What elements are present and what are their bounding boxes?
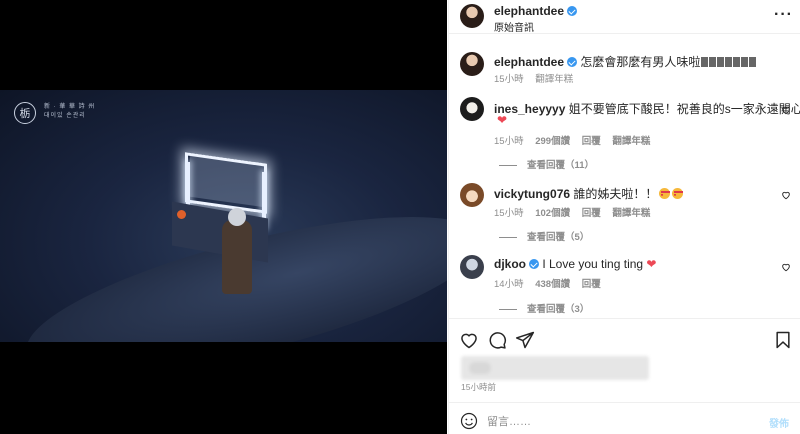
post-timestamp[interactable]: 15小時前 xyxy=(461,381,496,393)
translate-link[interactable]: 翻譯年糕 xyxy=(612,208,650,219)
emoji-heart-eyes xyxy=(672,188,684,199)
like-heart-icon[interactable] xyxy=(459,330,479,350)
comment-likes[interactable]: 438個讚 xyxy=(535,279,570,290)
comment-meta: 15小時 102個讚 回覆 翻譯年糕 xyxy=(494,205,659,219)
verified-badge-icon xyxy=(567,6,578,16)
divider xyxy=(449,402,800,403)
comment-time[interactable]: 14小時 xyxy=(494,279,524,290)
logo-text-line1: 新 · 華 華 詩 州 xyxy=(44,104,96,110)
obscured-char xyxy=(733,57,741,67)
comment-username[interactable]: djkoo xyxy=(494,257,526,271)
translate-link[interactable]: 翻譯年糕 xyxy=(535,74,573,85)
audio-label[interactable]: 原始音訊 xyxy=(494,19,534,34)
reply-button[interactable]: 回覆 xyxy=(582,279,601,290)
person-figure xyxy=(222,220,252,294)
comment-avatar[interactable] xyxy=(460,255,484,279)
divider xyxy=(499,164,517,166)
caption-time[interactable]: 15小時 xyxy=(494,74,524,85)
view-replies-label[interactable]: 查看回覆（5） xyxy=(527,232,589,243)
heart-emoji: ❤ xyxy=(643,257,657,271)
avatar[interactable] xyxy=(460,4,484,28)
caption-line: elephantdee 怎麼會那麼有男人味啦 xyxy=(494,53,757,70)
divider xyxy=(449,318,800,319)
emoji-picker-icon[interactable] xyxy=(460,412,478,430)
likes-summary-obscured[interactable] xyxy=(461,356,649,380)
view-replies-label[interactable]: 查看回覆（3） xyxy=(527,304,589,315)
divider xyxy=(499,236,517,238)
comment-likes[interactable]: 299個讚 xyxy=(535,136,570,147)
logo-badge: 栃 xyxy=(14,102,36,124)
divider xyxy=(449,33,800,34)
verified-badge-icon xyxy=(529,259,539,269)
comment-line: ines_heyyyy 姐不要管底下酸民！祝善良的s一家永遠開心 xyxy=(494,100,800,117)
caption-username[interactable]: elephantdee xyxy=(494,55,564,69)
view-replies-button[interactable]: 查看回覆（5） xyxy=(499,229,589,243)
comment-meta: 15小時 299個讚 回覆 翻譯年糕 xyxy=(494,133,659,147)
emoji-heart-eyes xyxy=(659,188,671,199)
comment-avatar[interactable] xyxy=(460,183,484,207)
logo-glyph: 栃 xyxy=(19,107,31,120)
more-options-icon[interactable]: ··· xyxy=(774,7,793,23)
comment-text: 姐不要管底下酸民！祝善良的s一家永遠開心 xyxy=(568,102,800,116)
comment-text: 誰的姊夫啦！！ xyxy=(573,187,658,201)
comment-input[interactable] xyxy=(487,414,747,430)
view-replies-button[interactable]: 查看回覆（3） xyxy=(499,301,589,315)
post-author-name[interactable]: elephantdee xyxy=(494,4,564,18)
comment-time[interactable]: 15小時 xyxy=(494,208,524,219)
comment-bubble-icon[interactable] xyxy=(487,330,507,350)
like-comment-heart-icon[interactable] xyxy=(781,105,791,115)
comment-meta: 14小時 438個讚 回覆 xyxy=(494,276,610,290)
save-bookmark-icon[interactable] xyxy=(773,330,793,350)
obscured-char xyxy=(717,57,725,67)
comment-likes[interactable]: 102個讚 xyxy=(535,208,570,219)
obscured-char xyxy=(709,57,717,67)
caption-avatar[interactable] xyxy=(460,52,484,76)
media-pane: 栃 新 · 華 華 詩 州 대이있 손관리 xyxy=(0,0,447,434)
logo-text: 新 · 華 華 詩 州 대이있 손관리 xyxy=(44,103,95,121)
comment-avatar[interactable] xyxy=(460,97,484,121)
obscured-char xyxy=(749,57,757,67)
heart-emoji: ❤ xyxy=(497,113,508,127)
reply-button[interactable]: 回覆 xyxy=(582,208,601,219)
comment-text: I Love you ting ting xyxy=(542,257,644,271)
obscured-char xyxy=(701,57,709,67)
verified-badge-icon xyxy=(567,57,578,67)
video-player[interactable]: 栃 新 · 華 華 詩 州 대이있 손관리 xyxy=(0,90,447,342)
post-author[interactable]: elephantdee xyxy=(494,4,578,18)
share-paper-plane-icon[interactable] xyxy=(515,330,535,350)
obscured-char xyxy=(741,57,749,67)
logo-text-line2: 대이있 손관리 xyxy=(44,113,86,119)
like-comment-heart-icon[interactable] xyxy=(781,190,791,200)
lit-cart-frame xyxy=(185,152,267,214)
caption-text: 怎麼會那麼有男人味啦 xyxy=(580,55,701,69)
comment-line: vickytung076 誰的姊夫啦！！ xyxy=(494,185,684,202)
view-replies-button[interactable]: 查看回覆（11） xyxy=(499,157,594,171)
translate-link[interactable]: 翻譯年糕 xyxy=(612,136,650,147)
post-comment-button[interactable]: 發佈 xyxy=(769,415,789,430)
fruit xyxy=(177,210,186,219)
like-comment-heart-icon[interactable] xyxy=(781,262,791,272)
view-replies-label[interactable]: 查看回覆（11） xyxy=(527,160,594,171)
comment-time[interactable]: 15小時 xyxy=(494,136,524,147)
divider xyxy=(499,308,517,310)
comment-username[interactable]: vickytung076 xyxy=(494,187,570,201)
comment-line: djkoo I Love you ting ting ❤ xyxy=(494,257,656,271)
reply-button[interactable]: 回覆 xyxy=(582,136,601,147)
obscured-char xyxy=(725,57,733,67)
post-header: elephantdee 原始音訊 ··· xyxy=(449,0,800,34)
person-head xyxy=(228,208,246,226)
post-panel: elephantdee 原始音訊 ··· elephantdee 怎麼會那麼有男… xyxy=(448,0,800,434)
caption-meta: 15小時 翻譯年糕 xyxy=(494,71,582,85)
